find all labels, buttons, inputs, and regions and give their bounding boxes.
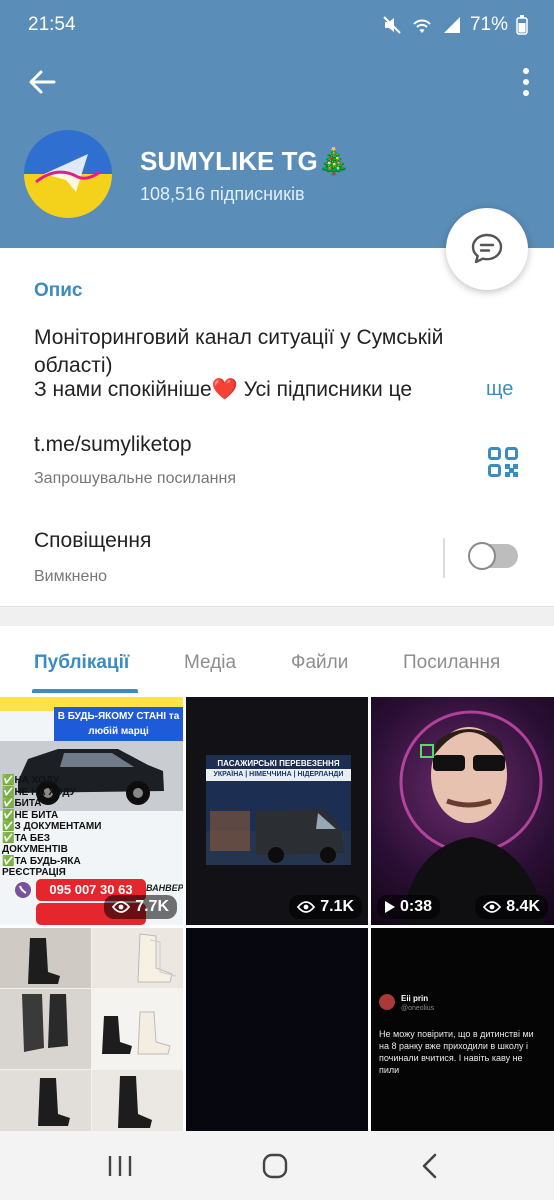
checklist-item: ✅ТА БУДЬ-ЯКА [2,855,81,867]
media-tabs: Публікації Медіа Файли Посилання [0,626,554,696]
channel-avatar[interactable] [24,130,112,218]
notifications-label[interactable]: Сповіщення [34,529,151,553]
description-text: Моніторинговий канал ситуації у Сумській… [34,326,444,377]
mute-icon [383,16,401,34]
recent-apps-icon[interactable] [107,1154,133,1178]
signal-icon [443,17,460,33]
invite-link-caption: Запрошувальне посилання [34,470,236,487]
eye-icon [112,901,131,913]
van-image [206,809,351,865]
more-options-icon[interactable] [520,66,532,98]
video-duration: 0:38 [400,898,433,915]
tab-files[interactable]: Файли [291,652,348,674]
divider [443,538,445,578]
views-count: 8.4K [506,898,540,915]
active-tab-indicator [32,689,138,693]
duration-badge: 0:38 [377,895,441,919]
boots-collage-image [22,933,177,1128]
tab-posts[interactable]: Публікації [34,652,129,674]
tab-media[interactable]: Медіа [184,652,236,674]
notifications-state: Вимкнено [34,568,108,585]
person-video-thumbnail [399,710,546,925]
home-icon[interactable] [262,1153,288,1179]
media-tile[interactable]: Eii prin @oneolius Не можу повірити, що … [371,928,554,1131]
description-text-continued: З нами спокійніше❤️ Усі підписники це [34,378,413,401]
avatar [379,994,395,1010]
tile-checklist: ✅НА ХОДУ ✅НЕ НА ХОДУ ✅БИТА ✅НЕ БИТА ✅З Д… [2,775,112,879]
show-more-link[interactable]: ще [486,378,513,401]
views-badge: 7.1K [289,895,362,919]
wifi-icon [413,19,431,33]
battery-percent: 71% [469,14,508,35]
avatar-logo [24,130,112,218]
media-tile[interactable]: 0:38 8.4K [371,697,554,925]
views-badge: 7.7K [104,895,177,919]
chat-bubble-icon [471,233,503,264]
media-tile[interactable]: В БУДЬ-ЯКОМУ СТАНІ та любій марці ✅НА ХО… [0,697,183,925]
notifications-toggle[interactable] [468,542,518,570]
qr-code-icon[interactable] [488,447,518,477]
checklist-item: ✅НА ХОДУ [2,775,60,786]
discuss-button[interactable] [446,208,528,290]
checklist-item: ✅БИТА [2,798,42,809]
play-icon [385,901,395,913]
section-separator [0,606,554,627]
viber-icon [15,882,31,898]
tweet-handle: @oneolius [401,1005,435,1012]
invite-link[interactable]: t.me/sumyliketop [34,433,192,457]
system-back-icon[interactable] [420,1153,440,1179]
checklist-item: ✅ТА БЕЗ ДОКУМЕНТІВ [2,832,68,856]
views-count: 7.1K [320,898,354,915]
status-time: 21:54 [28,14,76,35]
system-navigation-bar [0,1131,554,1200]
views-count: 7.7K [135,898,169,915]
eye-icon [297,901,316,913]
status-icons: 71% [382,14,528,36]
battery-icon [516,15,528,35]
tweet-text: Не можу повірити, що в дитинстві ми на 8… [379,1029,534,1075]
views-badge: 8.4K [475,895,548,919]
eye-icon [483,901,502,913]
checklist-item: РЕЄСТРАЦІЯ [2,867,66,878]
description-label: Опис [34,280,83,301]
checklist-item: ✅НЕ БИТА [2,809,59,821]
media-tile[interactable]: ПАСАЖИРСЬКІ ПЕРЕВЕЗЕННЯ УКРАЇНА | НІМЕЧЧ… [186,697,368,925]
tab-links[interactable]: Посилання [403,652,500,674]
media-tile[interactable] [186,928,368,1131]
tile-banner-text: ПАСАЖИРСЬКІ ПЕРЕВЕЗЕННЯ [217,759,340,768]
subscriber-count: 108,516 підписників [140,184,305,204]
status-bar: 21:54 71% [0,0,554,52]
checklist-item: ✅З ДОКУМЕНТАМИ [2,821,102,832]
media-tile[interactable] [0,928,183,1131]
tweet-author: Eii prin [401,994,429,1003]
toggle-knob [468,542,496,570]
channel-title: SUMYLIKE TG🎄 [140,146,351,176]
checklist-item: ✅НЕ НА ХОДУ [2,786,76,798]
back-arrow-icon[interactable] [24,64,60,100]
tile-route: УКРАЇНА | НІМЕЧЧИНА | НІДЕРЛАНДИ [206,769,351,781]
tile-watermark: ВАНВЕР [146,883,183,893]
